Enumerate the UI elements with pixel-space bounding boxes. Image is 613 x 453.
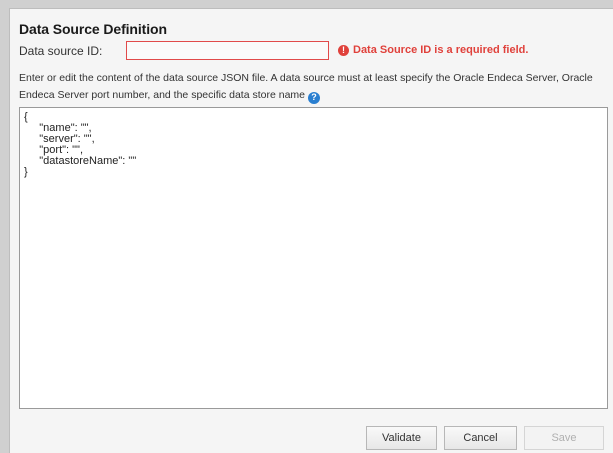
help-icon[interactable]: ? — [308, 91, 320, 104]
data-source-definition-dialog: Data Source Definition Data source ID: !… — [9, 8, 613, 453]
save-button[interactable]: Save — [524, 426, 604, 450]
instructions-label: Enter or edit the content of the data so… — [19, 72, 593, 101]
cancel-button[interactable]: Cancel — [444, 426, 517, 450]
json-editor[interactable]: { "name": "", "server": "", "port": "", … — [19, 107, 608, 409]
error-icon: ! — [338, 44, 349, 56]
error-message: Data Source ID is a required field. — [353, 44, 529, 56]
dialog-title: Data Source Definition — [19, 21, 167, 37]
data-source-id-label: Data source ID: — [19, 44, 103, 58]
validation-error: ! Data Source ID is a required field. — [338, 44, 528, 56]
instructions-text: Enter or edit the content of the data so… — [19, 70, 609, 104]
data-source-id-input[interactable] — [126, 41, 329, 60]
validate-button[interactable]: Validate — [366, 426, 437, 450]
